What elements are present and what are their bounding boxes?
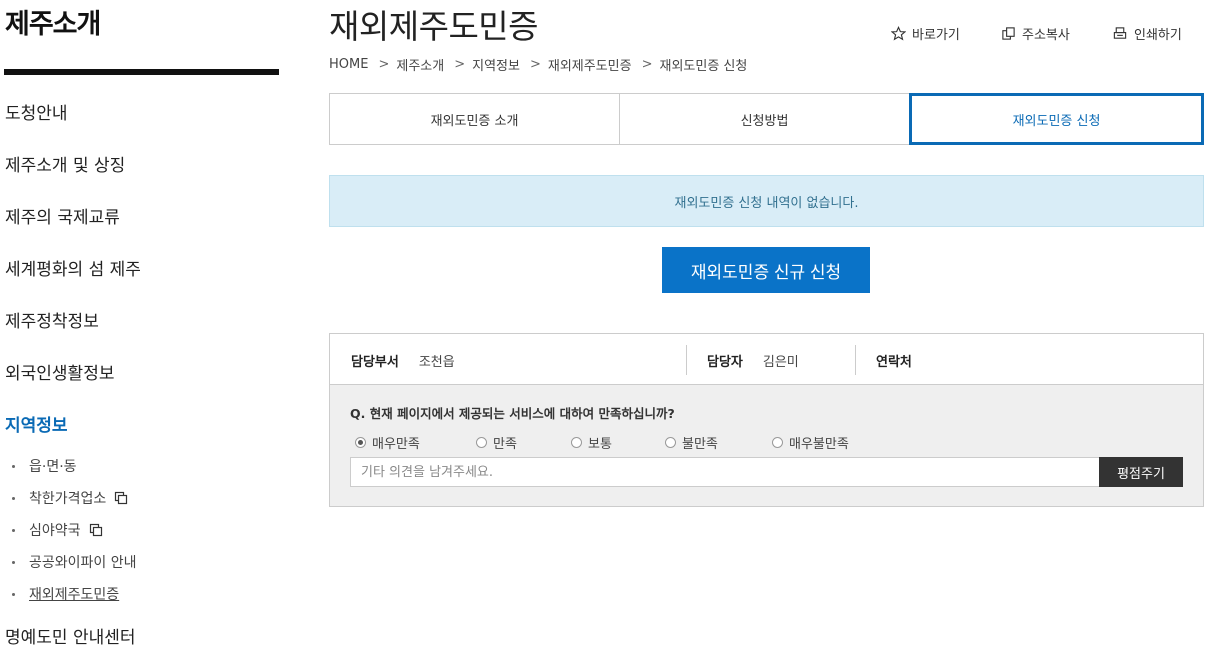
satisfaction-survey: Q. 현재 페이지에서 제공되는 서비스에 대하여 만족하십니까? 매우만족 만…: [329, 384, 1204, 507]
sidebar-title: 제주소개: [5, 9, 101, 40]
breadcrumb-separator: >: [378, 57, 390, 72]
tab-introduction[interactable]: 재외도민증 소개: [329, 93, 619, 145]
department-value: 조천읍: [418, 354, 455, 370]
radio-label: 보통: [588, 437, 612, 452]
sidebar-divider: [4, 69, 279, 75]
radio-satisfied[interactable]: 만족: [476, 433, 517, 452]
radio-circle-icon: [665, 437, 676, 448]
contact-divider: [686, 345, 687, 375]
tab-application[interactable]: 재외도민증 신청: [909, 93, 1204, 145]
sidebar-item-regional-info[interactable]: 지역정보: [5, 411, 68, 436]
bullet-icon: [12, 560, 15, 564]
radio-circle-icon: [476, 437, 487, 448]
sidebar-item-foreigner-info[interactable]: 외국인생활정보: [5, 359, 114, 384]
breadcrumb: HOME > 제주소개 > 지역정보 > 재외제주도민증 > 재외도민증 신청: [329, 55, 747, 74]
page-title: 재외제주도민증: [329, 7, 539, 46]
sidebar-item-intro-symbols[interactable]: 제주소개 및 상징: [5, 151, 125, 176]
empty-notice: 재외도민증 신청 내역이 없습니다.: [329, 175, 1204, 227]
bullet-icon: [12, 464, 15, 468]
submenu-label: 심야약국: [29, 523, 81, 539]
new-window-icon: [89, 523, 102, 537]
tab-how-to-apply[interactable]: 신청방법: [619, 93, 909, 145]
print-label: 인쇄하기: [1134, 28, 1182, 43]
sidebar-item-international-exchange[interactable]: 제주의 국제교류: [5, 203, 120, 228]
new-window-icon: [115, 491, 128, 505]
submenu-item-night-pharmacy[interactable]: 심야약국: [12, 520, 103, 540]
bullet-icon: [12, 496, 15, 500]
radio-very-satisfied[interactable]: 매우만족: [355, 433, 420, 452]
copy-address-button[interactable]: 주소복사: [1001, 24, 1070, 43]
breadcrumb-item[interactable]: 지역정보: [472, 55, 520, 74]
radio-circle-icon: [571, 437, 582, 448]
submenu-item-towns[interactable]: 읍·면·동: [12, 456, 77, 476]
breadcrumb-current: 재외도민증 신청: [659, 59, 748, 74]
person-value: 김은미: [762, 354, 799, 370]
radio-label: 매우불만족: [789, 437, 849, 452]
sidebar-item-settlement-info[interactable]: 제주정착정보: [5, 307, 99, 332]
radio-label: 매우만족: [372, 437, 420, 452]
content-tabs: 재외도민증 소개 신청방법 재외도민증 신청: [329, 93, 1204, 145]
submit-rating-button[interactable]: 평점주기: [1099, 457, 1183, 487]
sidebar-item-city-hall[interactable]: 도청안내: [5, 99, 68, 124]
radio-label: 불만족: [682, 437, 718, 452]
radio-dissatisfied[interactable]: 불만족: [665, 433, 718, 452]
radio-neutral[interactable]: 보통: [571, 433, 612, 452]
department-cell: 담당부서 조천읍: [351, 334, 455, 386]
submenu-label: 공공와이파이 안내: [29, 555, 137, 571]
copy-icon: [1002, 27, 1015, 40]
print-icon: [1113, 27, 1127, 39]
new-application-button[interactable]: 재외도민증 신규 신청: [662, 247, 870, 293]
bullet-icon: [12, 528, 15, 532]
contact-divider: [855, 345, 856, 375]
bullet-icon: [12, 592, 15, 596]
sidebar: 제주소개 도청안내 제주소개 및 상징 제주의 국제교류 세계평화의 섬 제주 …: [0, 0, 282, 656]
breadcrumb-item[interactable]: 제주소개: [396, 55, 444, 74]
breadcrumb-separator: >: [529, 57, 541, 72]
contact-info: 담당부서 조천읍 담당자 김은미 연락처: [329, 333, 1204, 385]
shortcut-button[interactable]: 바로가기: [891, 24, 960, 43]
phone-label: 연락처: [876, 354, 912, 370]
person-cell: 담당자 김은미: [707, 334, 799, 386]
radio-circle-icon: [355, 437, 366, 448]
submenu-item-public-wifi[interactable]: 공공와이파이 안내: [12, 552, 137, 572]
person-label: 담당자: [707, 354, 743, 370]
breadcrumb-home[interactable]: HOME: [329, 57, 368, 72]
copy-address-label: 주소복사: [1022, 28, 1070, 43]
submenu-label: 재외제주도민증: [29, 587, 120, 603]
phone-cell: 연락처: [876, 334, 932, 386]
sidebar-item-honorary-citizen[interactable]: 명예도민 안내센터: [5, 623, 136, 648]
submenu-label: 착한가격업소: [29, 491, 107, 507]
department-label: 담당부서: [351, 354, 399, 370]
survey-question: Q. 현재 페이지에서 제공되는 서비스에 대하여 만족하십니까?: [350, 406, 675, 421]
radio-label: 만족: [493, 437, 517, 452]
comment-input[interactable]: [350, 457, 1100, 487]
breadcrumb-item[interactable]: 재외제주도민증: [548, 55, 632, 74]
breadcrumb-separator: >: [641, 57, 653, 72]
submenu-item-fair-price-shops[interactable]: 착한가격업소: [12, 488, 128, 508]
shortcut-label: 바로가기: [912, 28, 960, 43]
star-icon: [891, 26, 906, 41]
submenu-item-overseas-resident-card[interactable]: 재외제주도민증: [12, 584, 119, 604]
radio-circle-icon: [772, 437, 783, 448]
submenu-label: 읍·면·동: [29, 459, 77, 475]
breadcrumb-separator: >: [454, 57, 466, 72]
sidebar-item-peace-island[interactable]: 세계평화의 섬 제주: [5, 255, 141, 280]
print-button[interactable]: 인쇄하기: [1112, 24, 1182, 43]
radio-very-dissatisfied[interactable]: 매우불만족: [772, 433, 849, 452]
